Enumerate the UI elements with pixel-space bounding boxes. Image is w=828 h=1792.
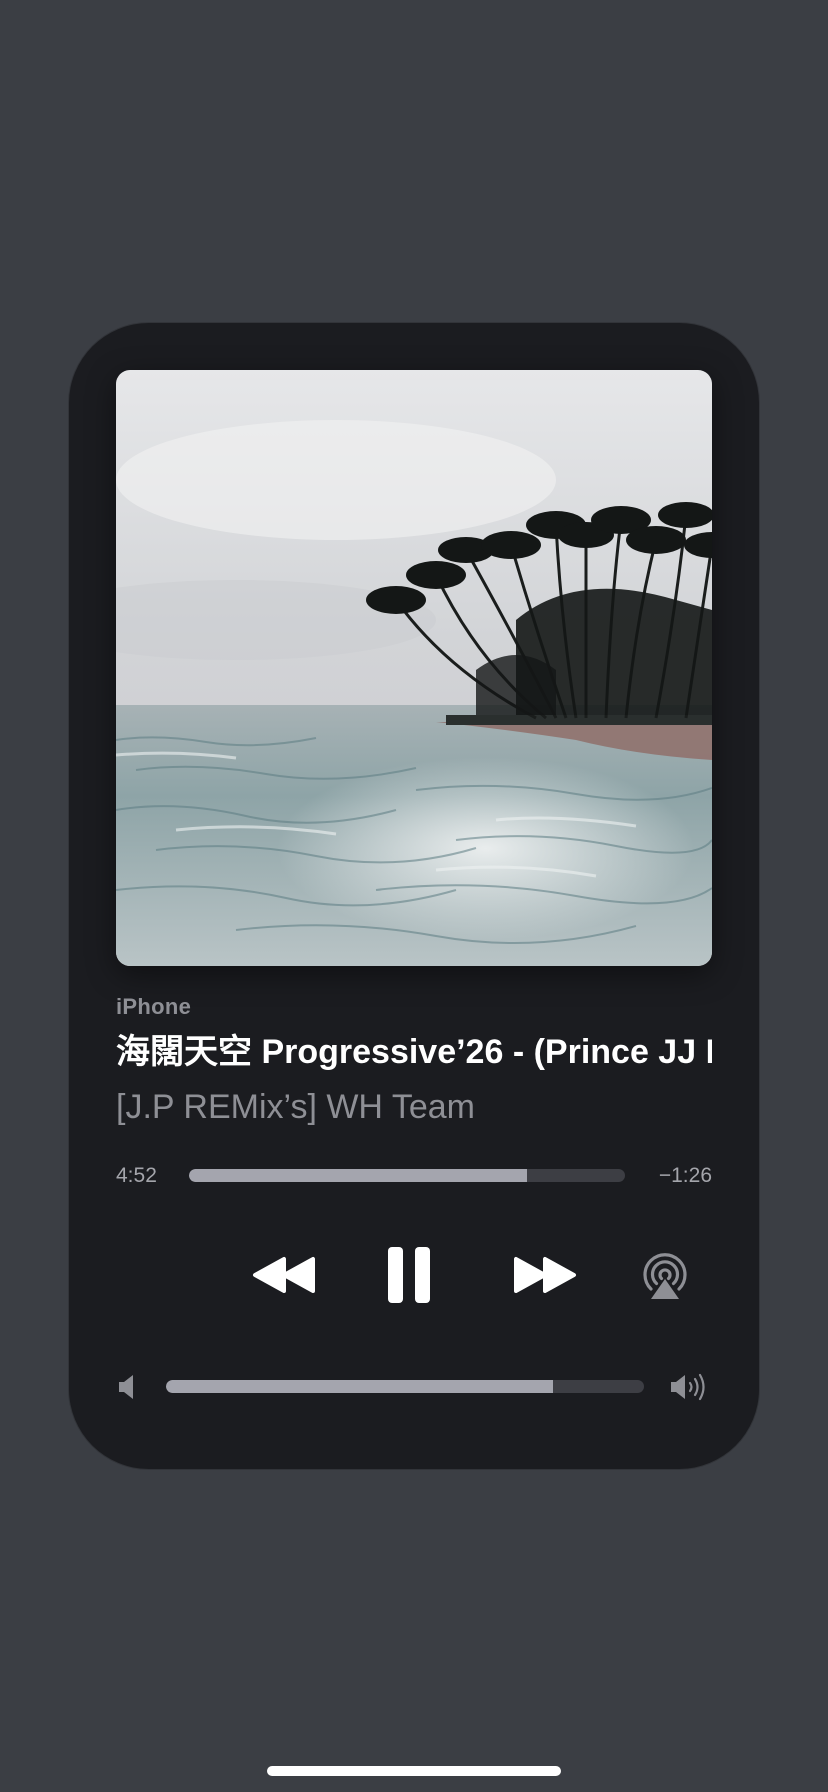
fast-forward-button[interactable] bbox=[505, 1240, 585, 1310]
song-title: 海闊天空 Progressive’26 - (Prince JJ Remix) bbox=[116, 1033, 712, 1071]
now-playing-card: iPhone 海闊天空 Progressive’26 - (Prince JJ … bbox=[69, 323, 759, 1469]
album-artwork[interactable] bbox=[116, 370, 712, 966]
rewind-button[interactable] bbox=[244, 1240, 324, 1310]
volume-min-button[interactable] bbox=[113, 1370, 141, 1404]
playback-scrubber[interactable] bbox=[189, 1169, 625, 1182]
artist-name[interactable]: [J.P REMix’s] WH Team bbox=[116, 1084, 712, 1130]
pause-button[interactable] bbox=[369, 1235, 449, 1315]
fast-forward-icon bbox=[514, 1257, 576, 1293]
playback-progress-fill bbox=[189, 1169, 527, 1182]
elapsed-time: 4:52 bbox=[116, 1164, 157, 1187]
song-title-container: 海闊天空 Progressive’26 - (Prince JJ Remix) bbox=[116, 1027, 712, 1077]
output-source-label: iPhone bbox=[116, 994, 192, 1019]
volume-high-icon bbox=[671, 1373, 705, 1401]
pause-icon bbox=[388, 1247, 430, 1303]
home-indicator[interactable] bbox=[267, 1766, 561, 1776]
rewind-icon bbox=[253, 1257, 315, 1293]
volume-max-button[interactable] bbox=[667, 1370, 711, 1404]
album-artwork-image bbox=[116, 370, 712, 966]
remaining-time: −1:26 bbox=[658, 1164, 712, 1187]
volume-low-icon bbox=[119, 1375, 133, 1399]
airplay-button[interactable] bbox=[635, 1240, 695, 1310]
volume-slider[interactable] bbox=[166, 1380, 644, 1393]
airplay-icon bbox=[643, 1253, 687, 1299]
volume-level-fill bbox=[166, 1380, 554, 1393]
screen: iPhone 海闊天空 Progressive’26 - (Prince JJ … bbox=[0, 0, 828, 1792]
